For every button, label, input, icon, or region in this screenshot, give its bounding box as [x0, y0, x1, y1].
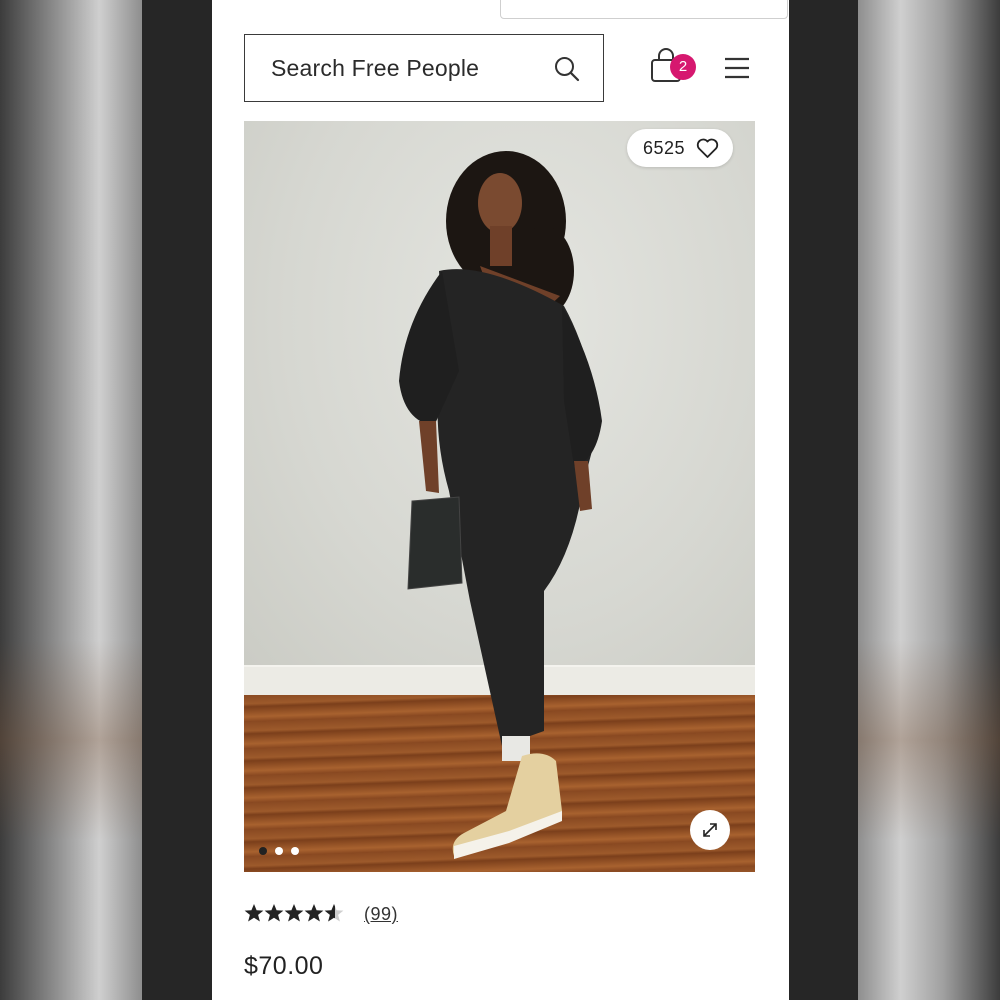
star-icon [284, 904, 304, 922]
background-blur-left [0, 0, 142, 1000]
star-icon [244, 904, 264, 922]
search-icon[interactable] [553, 55, 581, 83]
phone-screen: Search Free People 2 6525 (99) $70.00 [212, 0, 789, 1000]
star-rating [244, 904, 344, 922]
carousel-dot-2[interactable] [275, 847, 283, 855]
model-figure [399, 151, 602, 859]
favorite-button[interactable]: 6525 [627, 129, 733, 167]
background-blur-right [858, 0, 1000, 1000]
product-price: $70.00 [244, 952, 324, 980]
search-placeholder: Search Free People [271, 55, 480, 81]
carousel-dot-1[interactable] [259, 847, 267, 855]
star-icon [304, 904, 324, 922]
likes-count: 6525 [643, 138, 686, 158]
expand-image-button[interactable] [690, 810, 730, 850]
cart-count-badge[interactable]: 2 [670, 54, 696, 80]
hamburger-menu-icon[interactable] [724, 57, 750, 79]
background-gutter-right [789, 0, 858, 1000]
product-image[interactable]: 6525 [244, 121, 755, 872]
expand-icon [703, 823, 717, 837]
heart-icon[interactable] [696, 137, 719, 159]
review-count-link[interactable]: (99) [364, 904, 398, 925]
carousel-dot-3[interactable] [291, 847, 299, 855]
background-gutter-left [142, 0, 212, 1000]
address-bar[interactable] [500, 0, 788, 19]
star-icon [264, 904, 284, 922]
search-input[interactable]: Search Free People [244, 34, 604, 102]
